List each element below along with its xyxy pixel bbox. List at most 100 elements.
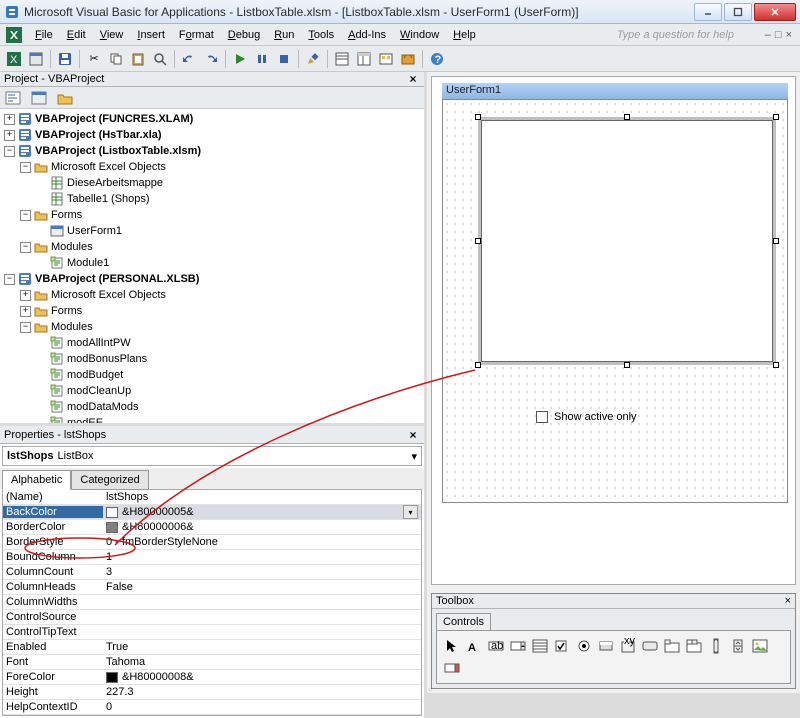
menu-debug[interactable]: Debug (221, 27, 267, 43)
property-row[interactable]: BorderStyle0 - fmBorderStyleNone (3, 535, 421, 550)
toolbox-listbox-icon[interactable] (529, 635, 551, 657)
property-value[interactable]: False (103, 581, 421, 593)
redo-icon[interactable] (201, 49, 221, 69)
toolbox-spinbutton-icon[interactable] (727, 635, 749, 657)
property-value[interactable]: Tahoma (103, 656, 421, 668)
tree-node[interactable]: modEE (4, 415, 422, 423)
tree-expand-icon[interactable]: − (4, 274, 15, 285)
tree-node[interactable]: modDataMods (4, 399, 422, 415)
property-value[interactable]: lstShops (103, 491, 421, 503)
help-question-box[interactable]: Type a question for help (613, 27, 763, 43)
tree-node[interactable]: modAllIntPW (4, 335, 422, 351)
property-row[interactable]: BorderColor&H80000006& (3, 520, 421, 535)
maximize-button[interactable] (724, 3, 752, 21)
property-row[interactable]: BoundColumn1 (3, 550, 421, 565)
paste-icon[interactable] (128, 49, 148, 69)
property-row[interactable]: BackColor&H80000005&▾ (3, 505, 421, 520)
toolbox-tab-controls[interactable]: Controls (436, 613, 491, 630)
toolbox-close-icon[interactable]: × (785, 595, 791, 607)
property-row[interactable]: ColumnHeadsFalse (3, 580, 421, 595)
property-value[interactable]: True (103, 641, 421, 653)
toolbox-combobox-icon[interactable] (507, 635, 529, 657)
tree-expand-icon[interactable]: − (20, 242, 31, 253)
tree-node[interactable]: modBonusPlans (4, 351, 422, 367)
tree-node[interactable]: −Modules (4, 239, 422, 255)
mdi-window-buttons[interactable]: –□× (763, 29, 794, 41)
resize-handle[interactable] (624, 114, 630, 120)
property-row[interactable]: ControlSource (3, 610, 421, 625)
tree-expand-icon[interactable]: − (20, 162, 31, 173)
tree-node[interactable]: −VBAProject (PERSONAL.XLSB) (4, 271, 422, 287)
tree-node[interactable]: −Modules (4, 319, 422, 335)
object-browser-icon[interactable] (376, 49, 396, 69)
tree-expand-icon[interactable]: + (4, 114, 15, 125)
toolbox-label-icon[interactable]: A (463, 635, 485, 657)
break-icon[interactable] (252, 49, 272, 69)
property-value[interactable]: 0 - fmBorderStyleNone (103, 536, 421, 548)
checkbox-control[interactable]: Show active only (536, 411, 637, 423)
tree-node[interactable]: modBudget (4, 367, 422, 383)
menu-format[interactable]: Format (172, 27, 221, 43)
tree-node[interactable]: +VBAProject (FUNCRES.XLAM) (4, 111, 422, 127)
toolbox-togglebutton-icon[interactable] (595, 635, 617, 657)
property-row[interactable]: ColumnWidths (3, 595, 421, 610)
toolbox-multipage-icon[interactable] (683, 635, 705, 657)
property-value[interactable]: &H80000005&▾ (103, 505, 421, 519)
tree-node[interactable]: −VBAProject (ListboxTable.xlsm) (4, 143, 422, 159)
property-row[interactable]: ForeColor&H80000008& (3, 670, 421, 685)
tree-node[interactable]: −Microsoft Excel Objects (4, 159, 422, 175)
property-row[interactable]: EnabledTrue (3, 640, 421, 655)
minimize-button[interactable] (694, 3, 722, 21)
tree-node[interactable]: −Forms (4, 207, 422, 223)
toolbox-icon[interactable] (398, 49, 418, 69)
property-row[interactable]: ColumnCount3 (3, 565, 421, 580)
tree-node[interactable]: UserForm1 (4, 223, 422, 239)
run-icon[interactable] (230, 49, 250, 69)
toolbox-tabstrip-icon[interactable] (661, 635, 683, 657)
property-row[interactable]: FontTahoma (3, 655, 421, 670)
property-value[interactable]: 227.3 (103, 686, 421, 698)
property-value[interactable]: &H80000006& (103, 521, 421, 533)
tree-node[interactable]: +VBAProject (HsTbar.xla) (4, 127, 422, 143)
properties-window-icon[interactable] (354, 49, 374, 69)
design-mode-icon[interactable] (303, 49, 323, 69)
property-value[interactable]: &H80000008& (103, 671, 421, 683)
menu-view[interactable]: View (93, 27, 131, 43)
resize-handle[interactable] (475, 114, 481, 120)
resize-handle[interactable] (773, 362, 779, 368)
properties-grid[interactable]: (Name)lstShopsBackColor&H80000005&▾Borde… (2, 489, 422, 716)
toggle-folders-icon[interactable] (54, 88, 76, 108)
tree-expand-icon[interactable]: − (20, 322, 31, 333)
menu-tools[interactable]: Tools (301, 27, 341, 43)
copy-icon[interactable] (106, 49, 126, 69)
tree-node[interactable]: DieseArbeitsmappe (4, 175, 422, 191)
menu-edit[interactable]: Edit (60, 27, 93, 43)
resize-handle[interactable] (475, 238, 481, 244)
form-canvas[interactable]: UserForm1 Show active only (442, 83, 788, 503)
tree-expand-icon[interactable]: − (4, 146, 15, 157)
toolbox-commandbutton-icon[interactable] (639, 635, 661, 657)
property-row[interactable]: ControlTipText (3, 625, 421, 640)
close-button[interactable] (754, 3, 796, 21)
cut-icon[interactable]: ✂ (84, 49, 104, 69)
menu-insert[interactable]: Insert (130, 27, 172, 43)
view-excel-icon[interactable]: X (4, 49, 24, 69)
tree-node[interactable]: Module1 (4, 255, 422, 271)
view-object-icon[interactable] (28, 88, 50, 108)
property-value[interactable]: 3 (103, 566, 421, 578)
project-explorer-icon[interactable] (332, 49, 352, 69)
form-designer[interactable]: UserForm1 Show active only (431, 76, 796, 585)
property-row[interactable]: (Name)lstShops (3, 490, 421, 505)
tab-categorized[interactable]: Categorized (71, 470, 148, 490)
tree-expand-icon[interactable]: + (20, 290, 31, 301)
toolbox-optionbutton-icon[interactable] (573, 635, 595, 657)
tree-expand-icon[interactable]: + (20, 306, 31, 317)
tree-node[interactable]: Tabelle1 (Shops) (4, 191, 422, 207)
toolbox-textbox-icon[interactable]: ab| (485, 635, 507, 657)
reset-icon[interactable] (274, 49, 294, 69)
tree-node[interactable]: modCleanUp (4, 383, 422, 399)
listbox-control[interactable] (478, 117, 776, 365)
menu-file[interactable]: File (28, 27, 60, 43)
tree-node[interactable]: +Forms (4, 303, 422, 319)
toolbox-checkbox-icon[interactable] (551, 635, 573, 657)
